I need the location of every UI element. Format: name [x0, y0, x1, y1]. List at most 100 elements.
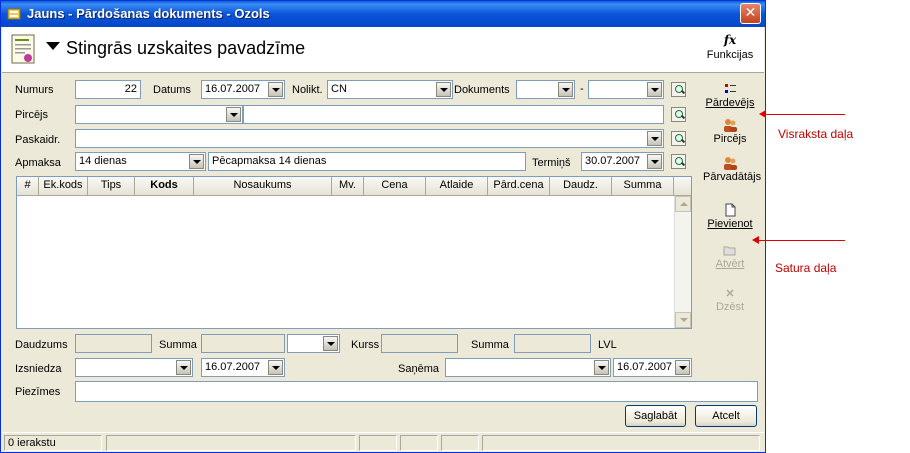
table-header: # Ek.kods Tips Kods Nosaukums Mv. Cena A… [17, 177, 691, 196]
lookup-icon[interactable] [671, 154, 686, 169]
izsniedza-select[interactable] [75, 358, 193, 377]
column-header[interactable]: Ek.kods [39, 177, 88, 195]
annotation-arrow [758, 240, 845, 241]
save-button[interactable]: Saglabāt [625, 405, 686, 427]
sanema-select[interactable] [445, 358, 611, 377]
chevron-down-icon[interactable] [226, 107, 241, 122]
dzest-button[interactable]: Dzēst [703, 285, 757, 313]
summa2-label: Summa [471, 339, 509, 351]
scroll-down-icon[interactable] [675, 312, 691, 328]
pircejs-button[interactable]: Pircējs [703, 117, 757, 145]
chevron-down-icon[interactable] [594, 360, 609, 375]
document-type-title[interactable]: Stingrās uzskaites pavadzīme [66, 38, 305, 59]
chevron-down-icon[interactable] [647, 82, 662, 97]
column-header[interactable]: Kods [135, 177, 194, 195]
noliktava-select[interactable]: CN [327, 80, 453, 99]
scroll-up-icon[interactable] [675, 196, 691, 212]
currency-select[interactable] [287, 334, 340, 353]
person-icon [724, 157, 737, 170]
app-icon [7, 8, 21, 20]
numurs-input[interactable]: 22 [75, 80, 141, 99]
column-header[interactable]: Tips [88, 177, 135, 195]
atvert-label: Atvērt [715, 258, 745, 270]
column-header[interactable]: Atlaide [426, 177, 488, 195]
izsniedza-date-value: 16.07.2007 [205, 361, 261, 373]
lookup-icon[interactable] [671, 82, 686, 97]
column-header[interactable]: Cena [364, 177, 426, 195]
close-button[interactable]: ✕ [740, 3, 761, 24]
status-cell [106, 435, 356, 451]
parvadatajs-label: Pārvadātājs [703, 171, 762, 183]
column-header[interactable]: Pārd.cena [488, 177, 550, 195]
kurss-label: Kurss [351, 339, 380, 351]
pardevejs-button[interactable]: Pārdevējs [703, 81, 757, 109]
izsniedza-label: Izsniedza [15, 363, 62, 375]
atvert-button[interactable]: Atvērt [703, 242, 757, 270]
datums-input[interactable]: 16.07.2007 [201, 80, 285, 99]
dokuments-series-select[interactable] [588, 80, 664, 99]
title-bar[interactable]: Jauns - Pārdošanas dokuments - Ozols ✕ [1, 1, 765, 27]
apmaksa-label: Apmaksa [15, 157, 61, 169]
chevron-down-icon[interactable] [675, 360, 690, 375]
chevron-down-icon[interactable] [558, 82, 573, 97]
chevron-down-icon[interactable] [647, 131, 662, 146]
new-document-icon [725, 203, 736, 217]
pircejs-select[interactable] [75, 105, 243, 124]
column-header[interactable]: Daudz. [550, 177, 612, 195]
datums-label: Datums [153, 84, 191, 96]
pircejs-name-input[interactable] [243, 105, 664, 124]
apmaksa-select[interactable]: 14 dienas [75, 152, 206, 171]
vertical-scrollbar[interactable] [674, 196, 691, 328]
functions-button[interactable]: fx Funkcijas [702, 31, 758, 61]
datums-value: 16.07.2007 [205, 83, 261, 95]
document-type-dropdown-icon[interactable] [46, 42, 60, 50]
column-header[interactable]: # [17, 177, 39, 195]
paskaidr-select[interactable] [75, 129, 664, 148]
column-header[interactable]: Summa [612, 177, 674, 195]
apmaksa-description[interactable]: Pēcapmaksa 14 dienas [208, 152, 526, 171]
sanema-label: Saņēma [398, 363, 439, 375]
chevron-down-icon[interactable] [647, 154, 662, 169]
sanema-date-value: 16.07.2007 [617, 361, 673, 373]
annotation-arrow [765, 114, 845, 115]
izsniedza-date[interactable]: 16.07.2007 [201, 358, 285, 377]
apmaksa-value: 14 dienas [79, 155, 127, 167]
lookup-icon[interactable] [671, 107, 686, 122]
functions-label: Funkcijas [706, 49, 754, 61]
kurss-field [381, 334, 458, 353]
summa-field [201, 334, 285, 353]
column-header[interactable]: Mv. [332, 177, 364, 195]
document-window: Jauns - Pārdošanas dokuments - Ozols ✕ S… [0, 0, 766, 453]
chevron-down-icon[interactable] [189, 154, 204, 169]
chevron-down-icon[interactable] [268, 360, 283, 375]
piezimes-label: Piezīmes [15, 386, 61, 398]
dzest-label: Dzēst [715, 301, 745, 313]
list-icon [725, 84, 736, 93]
column-header[interactable]: Nosaukums [194, 177, 332, 195]
status-cell [400, 435, 438, 451]
parvadatajs-button[interactable]: Pārvadātājs [703, 155, 761, 183]
chevron-down-icon[interactable] [323, 336, 338, 351]
items-table[interactable]: # Ek.kods Tips Kods Nosaukums Mv. Cena A… [16, 176, 692, 329]
termins-input[interactable]: 30.07.2007 [581, 152, 664, 171]
pircejs-side-label: Pircējs [713, 133, 747, 145]
pievienot-button[interactable]: Pievienot [703, 202, 757, 230]
pievienot-label: Pievienot [707, 218, 753, 230]
termins-value: 30.07.2007 [585, 155, 641, 167]
header-part-annotation: Visraksta daļa [778, 127, 854, 141]
termins-label: Termiņš [532, 157, 571, 169]
function-icon: fx [723, 33, 737, 47]
chevron-down-icon[interactable] [176, 360, 191, 375]
piezimes-input[interactable] [75, 381, 758, 402]
lookup-icon[interactable] [671, 131, 686, 146]
chevron-down-icon[interactable] [436, 82, 451, 97]
dokuments-label: Dokuments [454, 84, 510, 96]
sanema-date[interactable]: 16.07.2007 [613, 358, 692, 377]
dokuments-select[interactable] [516, 80, 575, 99]
chevron-down-icon[interactable] [268, 82, 283, 97]
content-part-annotation: Satura daļa [775, 261, 837, 275]
cancel-button[interactable]: Atcelt [695, 405, 757, 427]
document-header: Stingrās uzskaites pavadzīme fx Funkcija… [2, 27, 764, 73]
status-cell [482, 435, 760, 451]
folder-open-icon [723, 246, 736, 256]
